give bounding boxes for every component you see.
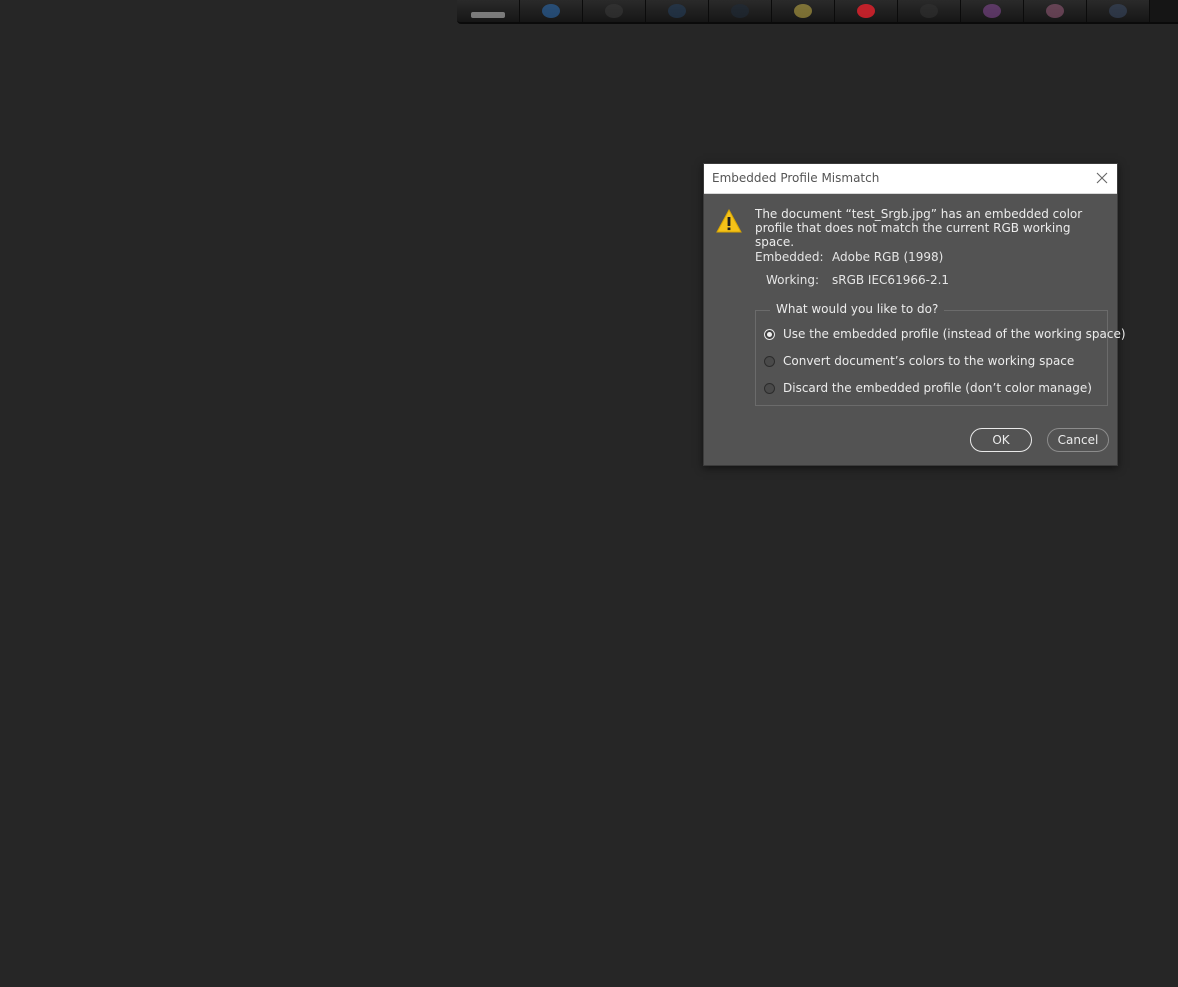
thumbnail[interactable]: [835, 0, 898, 22]
options-group-legend: What would you like to do?: [770, 302, 945, 316]
thumbnail[interactable]: [961, 0, 1024, 22]
cancel-button[interactable]: Cancel: [1047, 428, 1109, 452]
radio-use-embedded[interactable]: [764, 328, 775, 340]
profile-mismatch-dialog: Embedded Profile Mismatch The document “…: [703, 163, 1126, 466]
option-label: Convert document’s colors to the working…: [783, 354, 1075, 368]
dialog-title: Embedded Profile Mismatch: [712, 171, 880, 185]
close-icon: [1096, 172, 1108, 184]
thumbnail[interactable]: [1087, 0, 1150, 22]
thumbnail[interactable]: [898, 0, 961, 22]
thumbnail-strip: [457, 0, 1178, 24]
action-options-group: What would you like to do? Use the embed…: [755, 302, 1126, 406]
option-label: Use the embedded profile (instead of the…: [783, 327, 1126, 341]
option-use-embedded[interactable]: Use the embedded profile (instead of the…: [764, 326, 1126, 342]
embedded-label: Embedded:: [755, 250, 824, 264]
thumbnail[interactable]: [709, 0, 772, 22]
dialog-titlebar[interactable]: Embedded Profile Mismatch: [704, 164, 1117, 194]
working-value: sRGB IEC61966-2.1: [832, 273, 950, 287]
radio-convert-colors[interactable]: [764, 355, 775, 367]
desktop-background: Embedded Profile Mismatch The document “…: [0, 0, 1178, 987]
close-button[interactable]: [1093, 169, 1111, 187]
ok-button[interactable]: OK: [970, 428, 1032, 452]
embedded-value: Adobe RGB (1998): [832, 250, 944, 264]
working-label: Working:: [766, 273, 819, 287]
thumbnail[interactable]: [583, 0, 646, 22]
option-convert-colors[interactable]: Convert document’s colors to the working…: [764, 353, 1074, 369]
option-label: Discard the embedded profile (don’t colo…: [783, 381, 1092, 395]
thumbnail[interactable]: [772, 0, 835, 22]
thumbnail[interactable]: [457, 0, 520, 22]
thumbnail[interactable]: [1024, 0, 1087, 22]
warning-icon: [716, 209, 742, 233]
radio-discard-profile[interactable]: [764, 382, 775, 394]
thumbnail[interactable]: [646, 0, 709, 22]
option-discard-profile[interactable]: Discard the embedded profile (don’t colo…: [764, 380, 1092, 396]
thumbnail[interactable]: [520, 0, 583, 22]
dialog-message: The document “test_Srgb.jpg” has an embe…: [755, 207, 1083, 249]
